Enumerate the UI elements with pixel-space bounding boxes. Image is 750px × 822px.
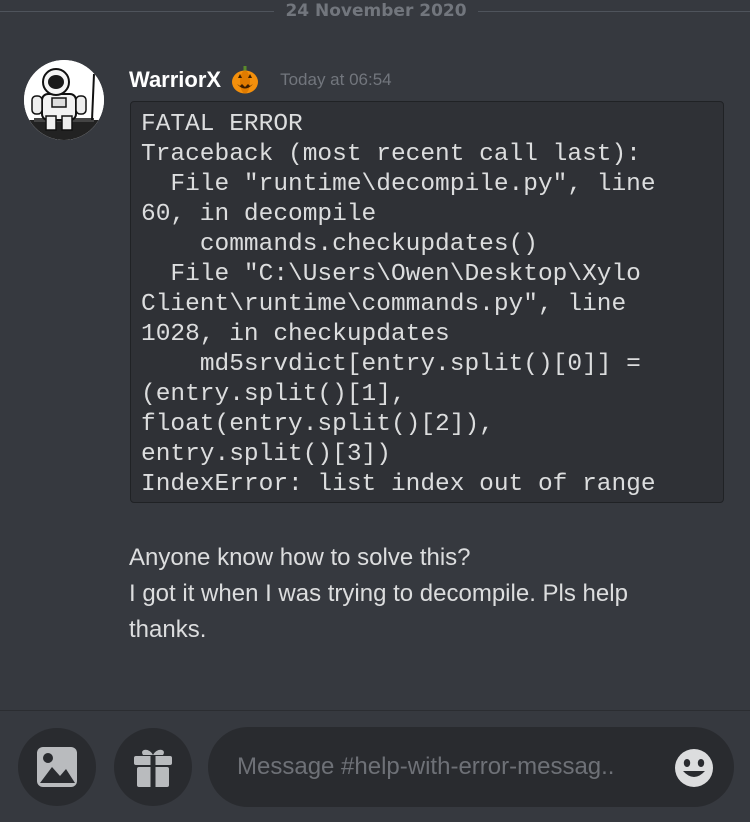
gift-button[interactable] (114, 728, 192, 806)
date-divider: 24 November 2020 (0, 0, 750, 22)
author-name[interactable]: WarriorX (129, 67, 221, 93)
jack-o-lantern-icon (230, 65, 260, 95)
divider-line-left (0, 11, 274, 12)
message-content: Anyone know how to solve this? I got it … (129, 540, 729, 648)
code-block: FATAL ERROR Traceback (most recent call … (130, 101, 724, 503)
message-header: WarriorX Today at 06:54 (129, 62, 392, 98)
message-line: I got it when I was trying to decompile.… (129, 580, 628, 607)
astronaut-avatar-icon (24, 60, 104, 140)
divider-line-right (478, 11, 750, 12)
code-block-text: FATAL ERROR Traceback (most recent call … (141, 111, 656, 498)
emoji-button[interactable] (674, 748, 714, 788)
date-divider-label: 24 November 2020 (285, 1, 467, 21)
message-input-placeholder: Message #help-with-error-messag.. (237, 753, 615, 780)
message-timestamp: Today at 06:54 (280, 70, 392, 89)
emoji-icon (675, 749, 713, 787)
message-input[interactable]: Message #help-with-error-messag.. (208, 727, 734, 807)
image-icon (37, 747, 77, 787)
message-line: thanks. (129, 616, 207, 643)
gift-icon (134, 749, 172, 787)
chat-view: 24 November 2020 WarriorX Today at 06:54… (0, 0, 750, 822)
composer-bar: Message #help-with-error-messag.. (0, 710, 750, 822)
message-line: Anyone know how to solve this? (129, 544, 471, 571)
upload-image-button[interactable] (18, 728, 96, 806)
avatar[interactable] (24, 60, 104, 140)
